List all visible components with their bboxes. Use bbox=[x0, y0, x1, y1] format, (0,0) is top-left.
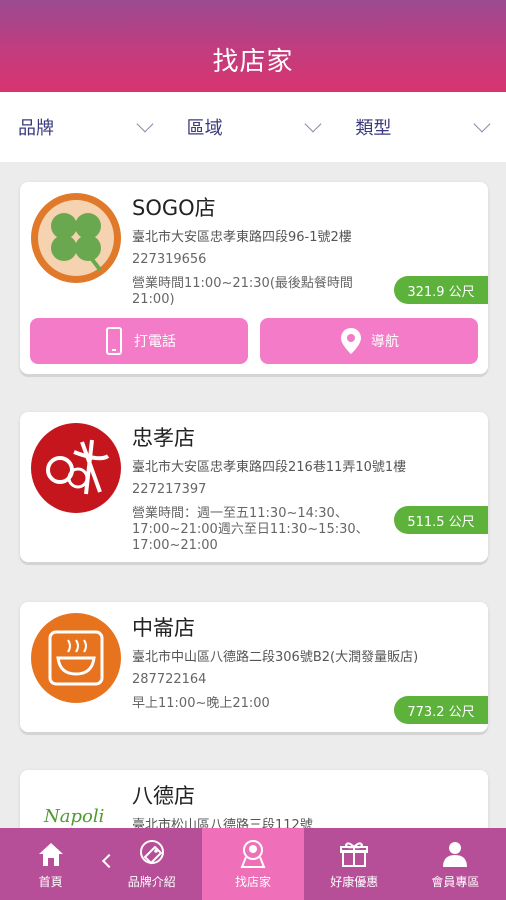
type-filter-dropdown[interactable]: 類型 bbox=[337, 92, 506, 162]
restaurant-logo-icon bbox=[30, 422, 122, 514]
tab-member-label: 會員專區 bbox=[431, 874, 480, 889]
store-card[interactable]: SOGO店 臺北市大安區忠孝東路四段96-1號2樓 227319656 營業時間… bbox=[20, 182, 488, 374]
store-name: SOGO店 bbox=[132, 196, 216, 220]
store-name: 忠孝店 bbox=[132, 426, 195, 450]
area-filter-dropdown[interactable]: 區域 bbox=[169, 92, 338, 162]
member-icon bbox=[443, 841, 468, 867]
svg-text:Napoli: Napoli bbox=[43, 806, 104, 827]
store-finder-icon bbox=[240, 839, 266, 868]
store-phone: 227217397 bbox=[132, 482, 207, 497]
home-icon bbox=[38, 842, 63, 866]
app-header: 找店家 bbox=[0, 0, 506, 92]
call-button[interactable]: 打電話 bbox=[30, 318, 248, 364]
store-address: 臺北市大安區忠孝東路四段216巷11弄10號1樓 bbox=[132, 460, 407, 475]
tab-home-label: 首頁 bbox=[38, 874, 63, 889]
navigate-button[interactable]: 導航 bbox=[260, 318, 478, 364]
chevron-down-icon bbox=[304, 115, 322, 133]
store-hours: 早上11:00~晚上21:00 bbox=[132, 696, 270, 711]
call-button-label: 打電話 bbox=[134, 334, 176, 350]
store-card[interactable]: Napoli 八德店 臺北市松山區八德路三段112號 bbox=[20, 770, 488, 828]
tab-offers[interactable]: 好康優惠 bbox=[304, 828, 405, 900]
tab-brand-intro-label: 品牌介紹 bbox=[127, 874, 176, 889]
distance-badge: 511.5 公尺 bbox=[394, 506, 488, 534]
area-filter-label: 區域 bbox=[186, 118, 223, 139]
brand-filter-dropdown[interactable]: 品牌 bbox=[0, 92, 169, 162]
type-filter-label: 類型 bbox=[355, 118, 392, 139]
store-phone: 287722164 bbox=[132, 672, 207, 687]
filter-bar: 品牌 區域 類型 bbox=[0, 92, 506, 162]
navigate-button-label: 導航 bbox=[371, 334, 399, 350]
store-address: 臺北市中山區八德路二段306號B2(大潤發量販店) bbox=[132, 650, 419, 665]
store-card[interactable]: 中崙店 臺北市中山區八德路二段306號B2(大潤發量販店) 287722164 … bbox=[20, 602, 488, 732]
tab-store-finder[interactable]: 找店家 bbox=[202, 828, 304, 900]
clover-logo-icon bbox=[30, 192, 122, 284]
bottom-tab-bar: 首頁 品牌介紹 找店家 好康優惠 會員專區 bbox=[0, 828, 506, 900]
store-phone: 227319656 bbox=[132, 252, 207, 267]
tag-icon bbox=[139, 839, 164, 864]
phone-icon bbox=[106, 327, 122, 355]
store-address: 臺北市松山區八德路三段112號 bbox=[132, 818, 313, 828]
store-address: 臺北市大安區忠孝東路四段96-1號2樓 bbox=[132, 230, 352, 245]
napoli-logo-icon: Napoli bbox=[30, 780, 122, 828]
distance-badge: 773.2 公尺 bbox=[394, 696, 488, 724]
tab-brand-intro[interactable]: 品牌介紹 bbox=[101, 828, 202, 900]
tab-home[interactable]: 首頁 bbox=[0, 828, 101, 900]
chevron-down-icon bbox=[136, 115, 154, 133]
store-hours: 營業時間11:00~21:30(最後點餐時間21:00) bbox=[132, 276, 353, 307]
tab-store-finder-label: 找店家 bbox=[235, 874, 272, 889]
store-list[interactable]: SOGO店 臺北市大安區忠孝東路四段96-1號2樓 227319656 營業時間… bbox=[0, 162, 506, 828]
page-title: 找店家 bbox=[212, 47, 294, 77]
distance-badge: 321.9 公尺 bbox=[394, 276, 488, 304]
store-name: 八德店 bbox=[132, 784, 195, 808]
store-hours: 營業時間：週一至五11:30~14:30、17:00~21:00週六至日11:3… bbox=[132, 506, 369, 553]
store-card[interactable]: 忠孝店 臺北市大安區忠孝東路四段216巷11弄10號1樓 227217397 營… bbox=[20, 412, 488, 562]
chevron-down-icon bbox=[473, 115, 491, 133]
location-pin-icon bbox=[341, 328, 361, 354]
tab-member[interactable]: 會員專區 bbox=[405, 828, 506, 900]
tab-offers-label: 好康優惠 bbox=[330, 874, 379, 889]
brand-filter-label: 品牌 bbox=[18, 118, 54, 139]
store-name: 中崙店 bbox=[132, 616, 195, 640]
bowl-logo-icon bbox=[30, 612, 122, 704]
gift-icon bbox=[340, 841, 369, 867]
